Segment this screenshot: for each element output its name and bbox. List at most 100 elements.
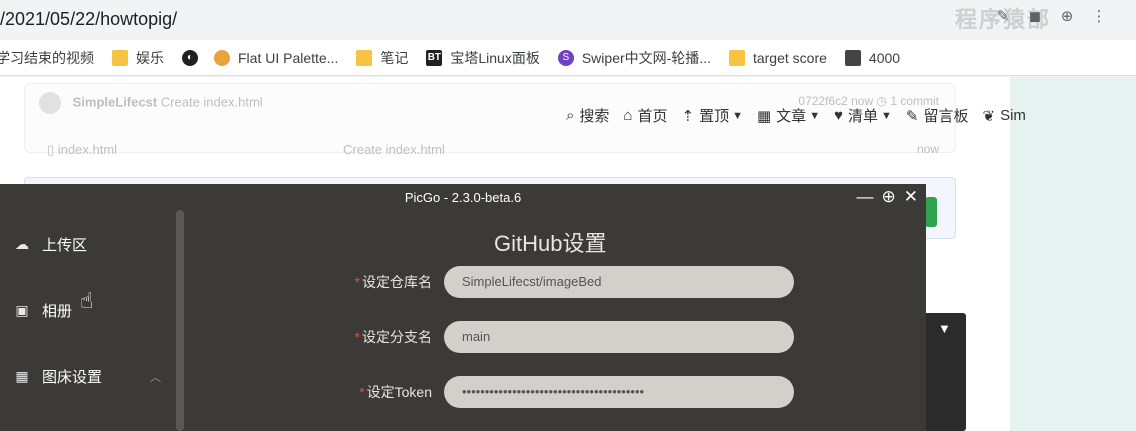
chevron-down-icon[interactable]: ▼ xyxy=(938,321,951,336)
required-mark: * xyxy=(354,329,360,345)
chevron-down-icon: ▼ xyxy=(809,109,821,122)
sidebar-item-album[interactable]: ▣ 相册 xyxy=(12,300,72,321)
avatar xyxy=(39,92,61,114)
browser-icon[interactable]: ◼ xyxy=(1026,8,1044,26)
picgo-window: PicGo - 2.3.0-beta.6 — ⊕ ✕ ☁ 上传区 ▣ 相册 ▦ … xyxy=(0,184,926,431)
green-button[interactable] xyxy=(925,197,937,227)
field-label: * 设定仓库名 xyxy=(354,274,432,290)
bookmark-item[interactable]: Flat UI Palette... xyxy=(214,49,339,66)
nav-label: 首页 xyxy=(637,108,668,125)
image-icon xyxy=(844,49,861,66)
field-repo: * 设定仓库名 SimpleLifecst/imageBed xyxy=(340,266,794,298)
required-mark: * xyxy=(354,274,360,290)
toolbar-icons: ✎ ◼ ⊕ ⋮ xyxy=(994,8,1108,26)
bt-icon: BT xyxy=(426,49,443,66)
file-row: ▯ index.html xyxy=(47,142,117,158)
bookmark-item[interactable]: BT 宝塔Linux面板 xyxy=(426,48,540,68)
bookmark-label: Swiper中文网-轮播... xyxy=(581,49,711,66)
chevron-up-icon: ︿ xyxy=(150,371,161,384)
bookmark-item[interactable]: 娱乐 xyxy=(112,48,164,68)
menu-icon[interactable]: ⋮ xyxy=(1090,8,1108,26)
branch-input[interactable]: main xyxy=(444,321,794,353)
bookmark-label: 4000 xyxy=(868,49,901,66)
picgo-sidebar: ☁ 上传区 ▣ 相册 ▦ 图床设置 ︿ ☝ xyxy=(0,210,176,431)
heart-icon: ♥ xyxy=(834,107,843,124)
palette-icon xyxy=(214,49,230,66)
bookmarks-bar: 学习结束的视频 娱乐 ◐ Flat UI Palette... 笔记 BT 宝塔… xyxy=(0,40,1136,76)
file-time: now xyxy=(916,142,939,156)
folder-icon xyxy=(356,49,373,66)
url-text[interactable]: /2021/05/22/howtopig/ xyxy=(0,6,1000,32)
field-label: * 设定分支名 xyxy=(354,329,432,345)
chevron-down-icon: ▼ xyxy=(881,109,892,122)
nav-label: 清单 xyxy=(847,108,878,125)
nav-search[interactable]: ⌕ 搜索 xyxy=(566,105,609,126)
bookmark-item[interactable]: target score xyxy=(728,49,827,66)
token-input[interactable]: •••••••••••••••••••••••••••••••••••••••• xyxy=(444,376,794,408)
sidebar-item-upload[interactable]: ☁ 上传区 xyxy=(12,234,87,255)
bookmark-item[interactable]: 4000 xyxy=(844,49,901,66)
field-label: * 设定Token xyxy=(359,384,432,400)
extension-icon[interactable]: ✎ xyxy=(994,8,1012,26)
nav-label: 文章 xyxy=(776,108,807,125)
bookmark-label: 娱乐 xyxy=(136,49,164,66)
field-branch: * 设定分支名 main xyxy=(340,321,794,353)
sidebar-item-picbed-settings[interactable]: ▦ 图床设置 ︿ xyxy=(12,366,161,387)
chevron-down-icon: ▼ xyxy=(732,109,743,122)
sidebar-item-label: 上传区 xyxy=(42,237,88,254)
edit-icon: ✎ xyxy=(905,107,919,125)
hand-cursor-icon: ☝ xyxy=(80,288,94,313)
file-name[interactable]: index.html xyxy=(58,142,117,157)
zoom-icon[interactable]: ⊕ xyxy=(1058,8,1076,26)
bookmark-item[interactable]: 学习结束的视频 xyxy=(0,48,94,68)
bookmark-item[interactable]: ◐ xyxy=(182,49,206,66)
address-bar[interactable]: /2021/05/22/howtopig/ 程序猿部 ✎ ◼ ⊕ ⋮ xyxy=(0,0,1136,38)
search-icon: ⌕ xyxy=(566,107,575,124)
nav-pinned[interactable]: ⇡ 置顶 ▼ xyxy=(682,105,743,126)
close-icon[interactable]: ✕ xyxy=(904,187,918,207)
sidebar-scrollbar[interactable] xyxy=(176,210,184,431)
nav-articles[interactable]: ▦ 文章 ▼ xyxy=(757,105,820,126)
maximize-icon[interactable]: ⊕ xyxy=(882,187,896,207)
bookmark-label: 学习结束的视频 xyxy=(0,49,94,66)
bookmark-label: Flat UI Palette... xyxy=(238,49,339,66)
nav-label: 搜索 xyxy=(579,108,610,125)
bookmark-item[interactable]: 笔记 xyxy=(356,48,408,68)
home-icon: ⌂ xyxy=(623,107,633,124)
settings-title: GitHub设置 xyxy=(494,231,607,256)
folder-icon xyxy=(728,49,745,66)
field-token: * 设定Token •••••••••••••••••••••••••••••••… xyxy=(340,376,794,408)
window-controls: — ⊕ ✕ xyxy=(857,187,919,207)
commit-author[interactable]: SimpleLifecst xyxy=(73,94,158,109)
nav-label: 置顶 xyxy=(699,108,730,125)
grid-icon: ▦ xyxy=(756,107,772,125)
dark-panel: ▼ xyxy=(924,313,966,431)
leaf-icon: ❦ xyxy=(982,107,996,125)
file-icon: ▯ xyxy=(47,142,55,157)
file-commit-message[interactable]: Create index.html xyxy=(343,142,445,157)
commit-message[interactable]: Create index.html xyxy=(161,94,263,109)
nav-label: Sim xyxy=(1000,107,1026,124)
site-nav: ⌕ 搜索 ⌂ 首页 ⇡ 置顶 ▼ ▦ 文章 ▼ ♥ 清单 ▼ ✎ 留言板 ❦ S… xyxy=(566,105,1040,126)
repo-input[interactable]: SimpleLifecst/imageBed xyxy=(444,266,794,298)
sidebar-item-label: 相册 xyxy=(42,303,73,320)
nav-sim[interactable]: ❦ Sim xyxy=(982,107,1025,125)
nav-guestbook[interactable]: ✎ 留言板 xyxy=(906,105,969,126)
grid-icon: ▦ xyxy=(15,368,29,384)
nav-list[interactable]: ♥ 清单 ▼ xyxy=(834,105,892,126)
bookmark-item[interactable]: S Swiper中文网-轮播... xyxy=(557,48,711,68)
nav-label: 留言板 xyxy=(923,108,969,125)
bookmark-label: 宝塔Linux面板 xyxy=(450,49,540,66)
commit-row: SimpleLifecst Create index.html xyxy=(39,92,263,114)
nav-home[interactable]: ⌂ 首页 xyxy=(623,105,667,126)
cloud-upload-icon: ☁ xyxy=(15,236,29,252)
minimize-icon[interactable]: — xyxy=(857,187,874,207)
swiper-icon: S xyxy=(557,49,574,66)
globe-icon: ◐ xyxy=(182,49,198,66)
picgo-titlebar[interactable]: PicGo - 2.3.0-beta.6 — ⊕ ✕ xyxy=(0,184,926,210)
required-mark: * xyxy=(359,384,365,400)
image-icon: ▣ xyxy=(15,302,29,318)
window-title: PicGo - 2.3.0-beta.6 xyxy=(404,189,522,205)
sidebar-item-label: 图床设置 xyxy=(42,369,103,386)
folder-icon xyxy=(112,49,128,66)
